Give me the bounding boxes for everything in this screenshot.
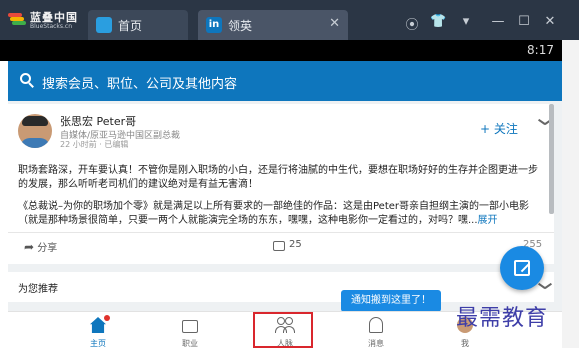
bluestacks-logo-icon xyxy=(8,13,26,25)
emulator-title-bar: 蓝叠中国 BlueStacks.cn 首页 in 领英 ✕ ⦿ 👕 ▾ — ☐ … xyxy=(0,0,579,40)
search-placeholder: 搜索会员、职位、公司及其他内容 xyxy=(42,77,238,92)
comment-count[interactable]: 25 xyxy=(289,239,302,250)
tab-close-icon[interactable]: ✕ xyxy=(329,16,340,31)
nav-messages-label: 消息 xyxy=(368,339,384,348)
post-paragraph-2: 《总裁说–为你的职场加个零》就是满足以上所有要求的一部绝佳的作品：这是由Pete… xyxy=(18,200,546,228)
bluestacks-logo: 蓝叠中国 BlueStacks.cn xyxy=(8,8,88,34)
recommend-chevron-icon[interactable] xyxy=(538,282,552,292)
briefcase-icon xyxy=(182,320,198,333)
post-author[interactable]: 张思宏 Peter哥 xyxy=(60,113,136,129)
menu-dropdown-icon[interactable]: ▾ xyxy=(458,14,474,29)
tab-linkedin[interactable]: in 领英 ✕ xyxy=(198,10,348,40)
maximize-icon[interactable]: ☐ xyxy=(516,14,532,29)
status-clock: 8:17 xyxy=(527,43,554,57)
emulator-side-panel xyxy=(562,40,579,348)
post-actions: ➦ 分享 25 255 xyxy=(8,232,554,260)
follow-button[interactable]: + 关注 xyxy=(480,120,518,137)
scrollbar[interactable] xyxy=(549,104,554,214)
notification-dot xyxy=(104,315,110,321)
search-icon xyxy=(20,73,34,88)
post-paragraph-1: 职场套路深，开车要认真！不管你是刚入职场的小白，还是行将油腻的中生代，要想在职场… xyxy=(18,165,538,190)
share-label: 分享 xyxy=(37,243,58,254)
share-icon: ➦ xyxy=(24,240,35,254)
theme-shirt-icon[interactable]: 👕 xyxy=(430,14,446,29)
tab-linkedin-label: 领英 xyxy=(228,19,253,33)
account-icon[interactable]: ⦿ xyxy=(404,14,420,33)
nav-home[interactable]: 主页 xyxy=(68,312,128,348)
avatar[interactable] xyxy=(18,114,52,148)
nav-home-label: 主页 xyxy=(90,339,106,348)
minimize-icon[interactable]: — xyxy=(490,14,506,29)
android-status-bar: 8:17 xyxy=(0,40,562,61)
edit-icon xyxy=(514,260,530,276)
brand-sub: BlueStacks.cn xyxy=(30,23,73,30)
expand-link[interactable]: 展开 xyxy=(478,215,498,226)
nav-me-label: 我 xyxy=(461,339,469,348)
highlight-box xyxy=(253,312,313,348)
linkedin-icon: in xyxy=(206,17,222,33)
tab-home[interactable]: 首页 xyxy=(88,10,188,40)
notification-tooltip: 通知搬到这里了！ xyxy=(341,290,441,312)
nav-jobs[interactable]: 职业 xyxy=(160,312,220,348)
comment-icon[interactable] xyxy=(273,241,285,251)
recommend-title: 为您推荐 xyxy=(18,284,58,295)
compose-post-button[interactable] xyxy=(500,246,544,290)
share-button[interactable]: ➦ 分享 xyxy=(24,239,57,254)
bell-icon xyxy=(369,317,383,333)
nav-messages[interactable]: 消息 xyxy=(346,312,406,348)
post-paragraph-2-text: 《总裁说–为你的职场加个零》就是满足以上所有要求的一部绝佳的作品：这是由Pete… xyxy=(18,201,530,226)
close-window-icon[interactable]: ✕ xyxy=(542,14,558,29)
recommend-section: 为您推荐 xyxy=(8,272,554,302)
tab-home-label: 首页 xyxy=(118,19,143,33)
nav-jobs-label: 职业 xyxy=(182,339,198,348)
search-bar[interactable]: 搜索会员、职位、公司及其他内容 xyxy=(8,61,562,101)
watermark: 最需教育 xyxy=(456,306,549,331)
home-app-icon xyxy=(96,17,112,33)
post-meta: 22 小时前 · 已编辑 xyxy=(60,140,129,149)
